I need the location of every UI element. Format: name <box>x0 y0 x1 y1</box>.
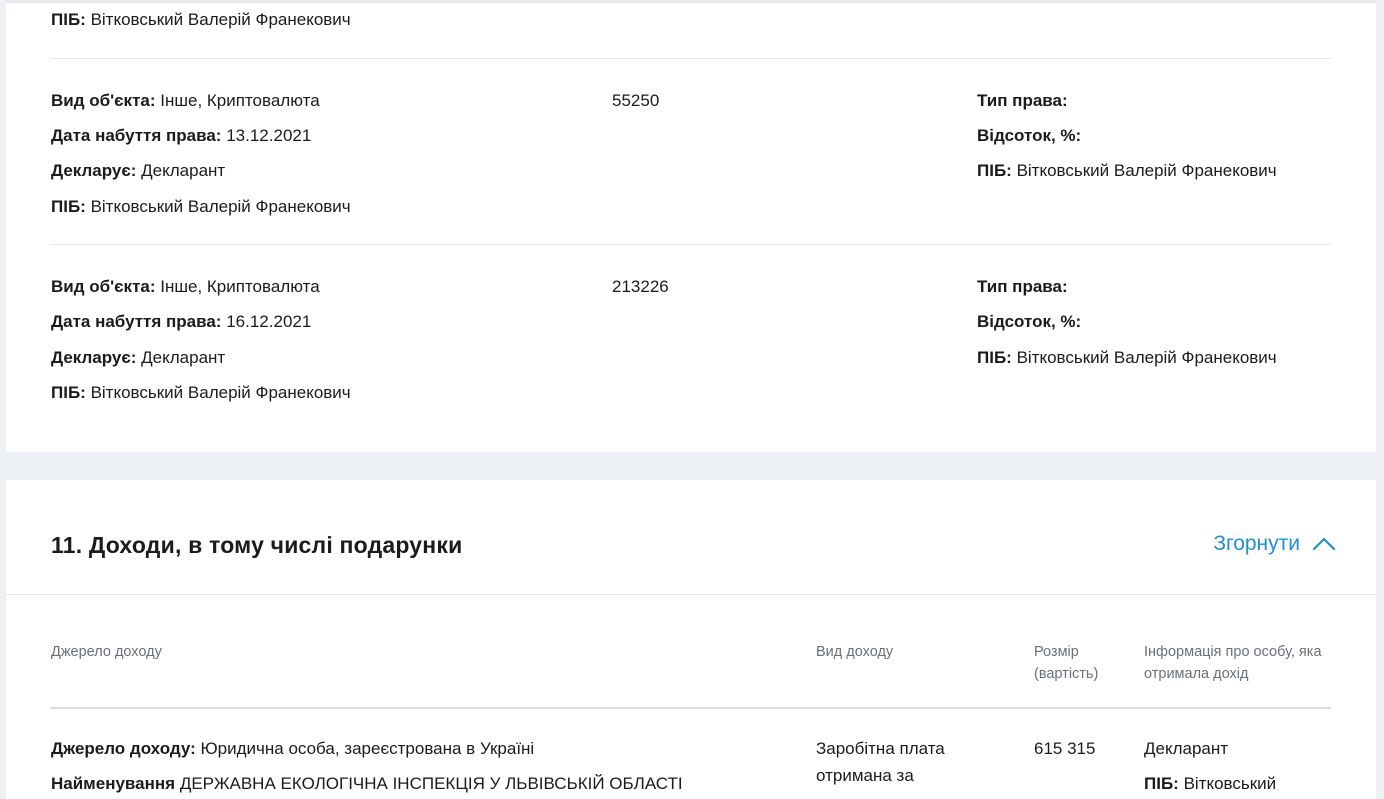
owner-pib-label: ПІБ: <box>977 348 1012 367</box>
income-amount: 615 315 <box>1034 739 1096 758</box>
acquired-date-line: Дата набуття права: 13.12.2021 <box>51 126 311 146</box>
income-source-line: Джерело доходу: Юридична особа, зареєстр… <box>51 739 534 759</box>
acquired-date-value: 16.12.2021 <box>226 312 312 331</box>
income-person-pib-value: Вітковський <box>1183 774 1277 793</box>
declares-value: Декларант <box>141 348 226 367</box>
column-header-source: Джерело доходу <box>51 644 162 660</box>
acquired-date-value: 13.12.2021 <box>226 126 312 145</box>
income-person-pib-label: ПІБ: <box>1144 774 1179 793</box>
table-header-divider <box>50 707 1331 709</box>
owner-pib-line: ПІБ: Вітковський Валерій Франекович <box>977 348 1277 368</box>
asset-row: Вид об'єкта: Інше, Криптовалюта Дата наб… <box>50 244 1331 434</box>
object-type-value: Інше, Криптовалюта <box>160 277 320 296</box>
right-type-line: Тип права: <box>977 91 1068 111</box>
percent-label: Відсоток, %: <box>977 126 1082 145</box>
income-person: Декларант <box>1144 739 1229 758</box>
income-name-line: Найменування ДЕРЖАВНА ЕКОЛОГІЧНА ІНСПЕКЦ… <box>51 774 683 794</box>
right-type-line: Тип права: <box>977 277 1068 297</box>
income-card: 11. Доходи, в тому числі подарунки Згорн… <box>6 480 1376 799</box>
pib-value: Вітковський Валерій Франекович <box>90 10 351 29</box>
income-person-pib-line: ПІБ: Вітковський <box>1144 774 1276 794</box>
pib-label: ПІБ: <box>51 10 86 29</box>
right-type-label: Тип права: <box>977 277 1068 296</box>
owner-pib-value: Вітковський Валерій Франекович <box>1016 161 1277 180</box>
declares-line: Декларує: Декларант <box>51 348 225 368</box>
section-title: 11. Доходи, в тому числі подарунки <box>51 532 463 558</box>
acquired-date-label: Дата набуття права: <box>51 126 222 145</box>
asset-amount: 55250 <box>612 91 660 110</box>
owner-pib-line: ПІБ: Вітковський Валерій Франекович <box>977 161 1277 181</box>
income-source-value: Юридична особа, зареєстрована в Україні <box>200 739 535 758</box>
asset-row: Вид об'єкта: Інше, Криптовалюта Дата наб… <box>50 58 1331 244</box>
pib-label: ПІБ: <box>51 197 86 216</box>
income-source-label: Джерело доходу: <box>51 739 196 758</box>
object-type-label: Вид об'єкта: <box>51 277 156 296</box>
owner-pib-label: ПІБ: <box>977 161 1012 180</box>
object-type-line: Вид об'єкта: Інше, Криптовалюта <box>51 277 320 297</box>
acquired-date-line: Дата набуття права: 16.12.2021 <box>51 312 311 332</box>
declares-label: Декларує: <box>51 161 137 180</box>
top-pib-line: ПІБ: Вітковський Валерій Франекович <box>51 10 351 30</box>
header-divider <box>6 594 1376 595</box>
collapse-label: Згорнути <box>1213 532 1300 555</box>
column-header-type: Вид доходу <box>816 644 894 660</box>
asset-amount: 213226 <box>612 277 669 296</box>
pib-line: ПІБ: Вітковський Валерій Франекович <box>51 383 351 403</box>
assets-card: ПІБ: Вітковський Валерій Франекович Вид … <box>6 0 1376 452</box>
pib-line: ПІБ: Вітковський Валерій Франекович <box>51 197 351 217</box>
declares-line: Декларує: Декларант <box>51 161 225 181</box>
income-name-label: Найменування <box>51 774 176 793</box>
right-type-label: Тип права: <box>977 91 1068 110</box>
percent-line: Відсоток, %: <box>977 312 1081 332</box>
income-name-value: ДЕРЖАВНА ЕКОЛОГІЧНА ІНСПЕКЦІЯ У ЛЬВІВСЬК… <box>179 774 683 793</box>
pib-label: ПІБ: <box>51 383 86 402</box>
pib-value: Вітковський Валерій Франекович <box>90 383 351 402</box>
object-type-line: Вид об'єкта: Інше, Криптовалюта <box>51 91 320 111</box>
object-type-value: Інше, Криптовалюта <box>160 91 320 110</box>
declares-label: Декларує: <box>51 348 137 367</box>
acquired-date-label: Дата набуття права: <box>51 312 222 331</box>
income-type: Заробітна плата отримана за <box>816 739 945 785</box>
percent-label: Відсоток, %: <box>977 312 1082 331</box>
percent-line: Відсоток, %: <box>977 126 1081 146</box>
chevron-up-icon <box>1312 537 1336 551</box>
column-header-amount: Розмір (вартість) <box>1034 644 1099 682</box>
object-type-label: Вид об'єкта: <box>51 91 156 110</box>
collapse-button[interactable]: Згорнути <box>1213 532 1336 556</box>
column-header-person: Інформація про особу, яка отримала дохід <box>1144 644 1322 682</box>
declares-value: Декларант <box>141 161 226 180</box>
pib-value: Вітковський Валерій Франекович <box>90 197 351 216</box>
owner-pib-value: Вітковський Валерій Франекович <box>1016 348 1277 367</box>
